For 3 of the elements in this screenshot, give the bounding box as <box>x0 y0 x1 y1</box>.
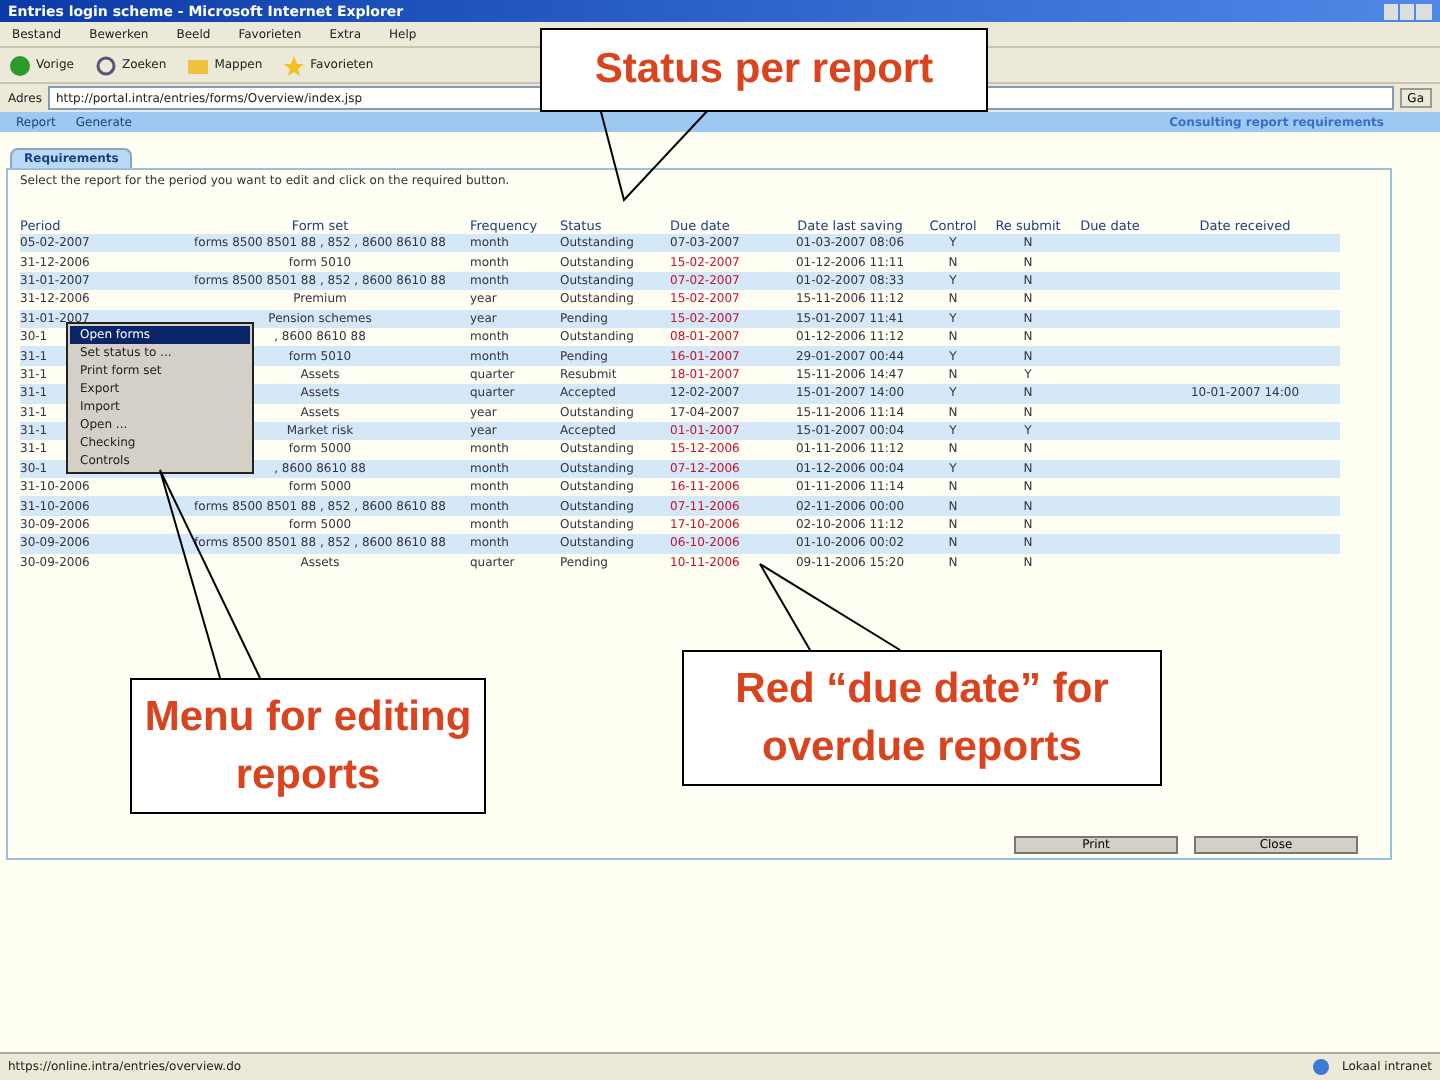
callout-tooltip: Status per report <box>540 28 988 112</box>
callout-tooltip: Red “due date” for overdue reports <box>682 650 1162 786</box>
callout-tooltip: Menu for editing reports <box>130 678 486 814</box>
